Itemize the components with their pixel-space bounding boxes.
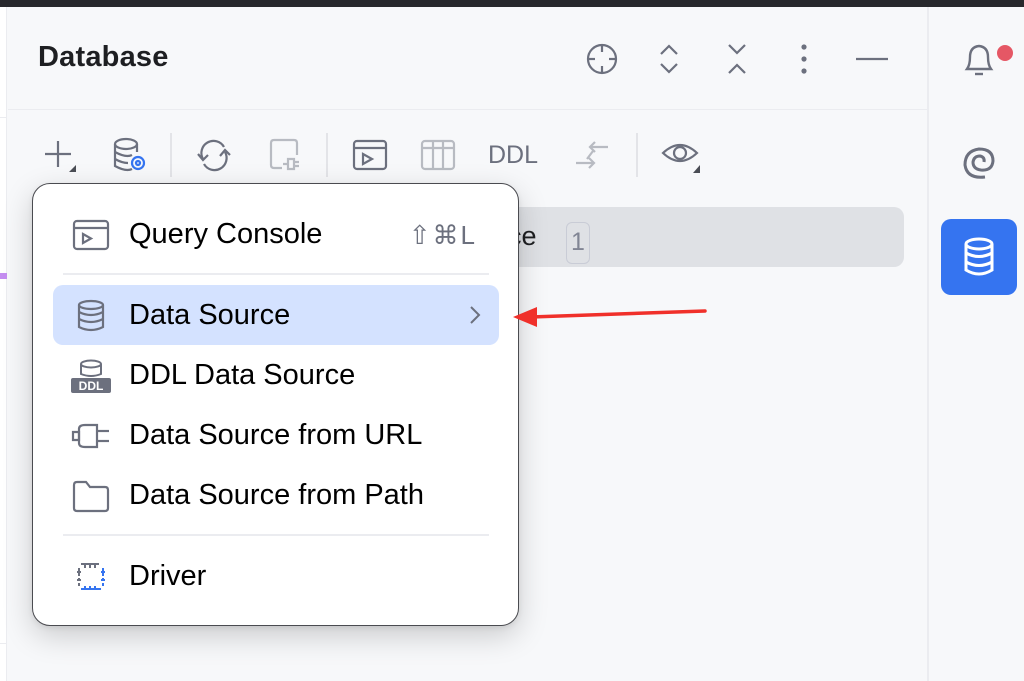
database-tool-button[interactable] (941, 219, 1017, 295)
menu-separator (63, 534, 489, 536)
edit-table-button[interactable] (416, 133, 460, 177)
spiral-icon (963, 147, 995, 179)
left-editor-edge (0, 7, 7, 681)
new-popup-menu: Query Console ⇧⌘L Data Source DDL DDL Da… (32, 183, 519, 626)
more-vertical-icon (801, 44, 807, 74)
disconnect-icon (269, 138, 299, 171)
chevron-right-icon (470, 306, 481, 324)
toolbar-separator (636, 133, 638, 177)
panel-title: Database (38, 41, 169, 73)
locate-button[interactable] (582, 39, 622, 79)
collapse-icon (728, 44, 746, 74)
compare-button[interactable] (570, 133, 614, 177)
menu-item-label: Data Source (129, 299, 291, 331)
menu-item-ddl-data-source[interactable]: DDL DDL Data Source (53, 345, 499, 405)
menu-item-query-console[interactable]: Query Console ⇧⌘L (53, 204, 499, 264)
svg-text:DDL: DDL (79, 379, 104, 393)
crosshair-icon (586, 43, 618, 75)
divider (0, 643, 7, 644)
divider (0, 117, 7, 118)
table-icon (420, 139, 456, 171)
menu-item-label: Data Source from URL (129, 419, 423, 451)
panel-toolbar: DDL (8, 111, 927, 191)
menu-item-data-source[interactable]: Data Source (53, 285, 499, 345)
menu-item-label: DDL Data Source (129, 359, 356, 391)
toolbar-separator (326, 133, 328, 177)
plus-icon (45, 141, 76, 172)
expand-icon (660, 44, 678, 74)
data-source-properties-button[interactable] (108, 133, 152, 177)
shortcut-label: ⇧⌘L (408, 220, 477, 250)
ddl-database-icon: DDL (71, 359, 111, 393)
menu-item-label: Driver (129, 560, 207, 592)
folder-icon (71, 479, 111, 513)
database-icon (964, 237, 994, 276)
right-tool-strip (927, 7, 1024, 681)
hide-button[interactable] (852, 39, 892, 79)
new-button[interactable] (38, 133, 82, 177)
editor-marker (0, 273, 7, 279)
collapse-all-button[interactable] (717, 39, 757, 79)
view-options-button[interactable] (658, 133, 702, 177)
toolbar-separator (170, 133, 172, 177)
disconnect-button[interactable] (264, 133, 308, 177)
count-badge: 1 (566, 222, 590, 264)
bell-icon (964, 44, 994, 76)
plug-icon (71, 419, 111, 453)
menu-item-data-source-from-url[interactable]: Data Source from URL (53, 405, 499, 465)
database-settings-icon (113, 137, 146, 172)
options-button[interactable] (784, 39, 824, 79)
refresh-icon (197, 139, 231, 172)
notifications-button[interactable] (941, 21, 1017, 97)
menu-separator (63, 273, 489, 275)
jump-to-console-button[interactable] (348, 133, 392, 177)
notification-badge (997, 45, 1013, 61)
eye-icon (661, 143, 700, 173)
database-icon (71, 299, 111, 333)
panel-header: Database (8, 7, 927, 110)
menu-item-label: Data Source from Path (129, 479, 424, 511)
refresh-button[interactable] (192, 133, 236, 177)
minimize-icon (856, 57, 888, 61)
ai-assistant-button[interactable] (941, 123, 1017, 199)
expand-all-button[interactable] (649, 39, 689, 79)
driver-icon (71, 560, 111, 594)
menu-item-driver[interactable]: Driver (53, 546, 499, 606)
window-top-bar (0, 0, 1024, 7)
console-icon (352, 139, 388, 171)
menu-item-label: Query Console (129, 218, 323, 250)
compare-icon (576, 141, 608, 169)
console-icon (71, 218, 111, 252)
ddl-button[interactable]: DDL (488, 141, 538, 170)
menu-item-data-source-from-path[interactable]: Data Source from Path (53, 465, 499, 525)
